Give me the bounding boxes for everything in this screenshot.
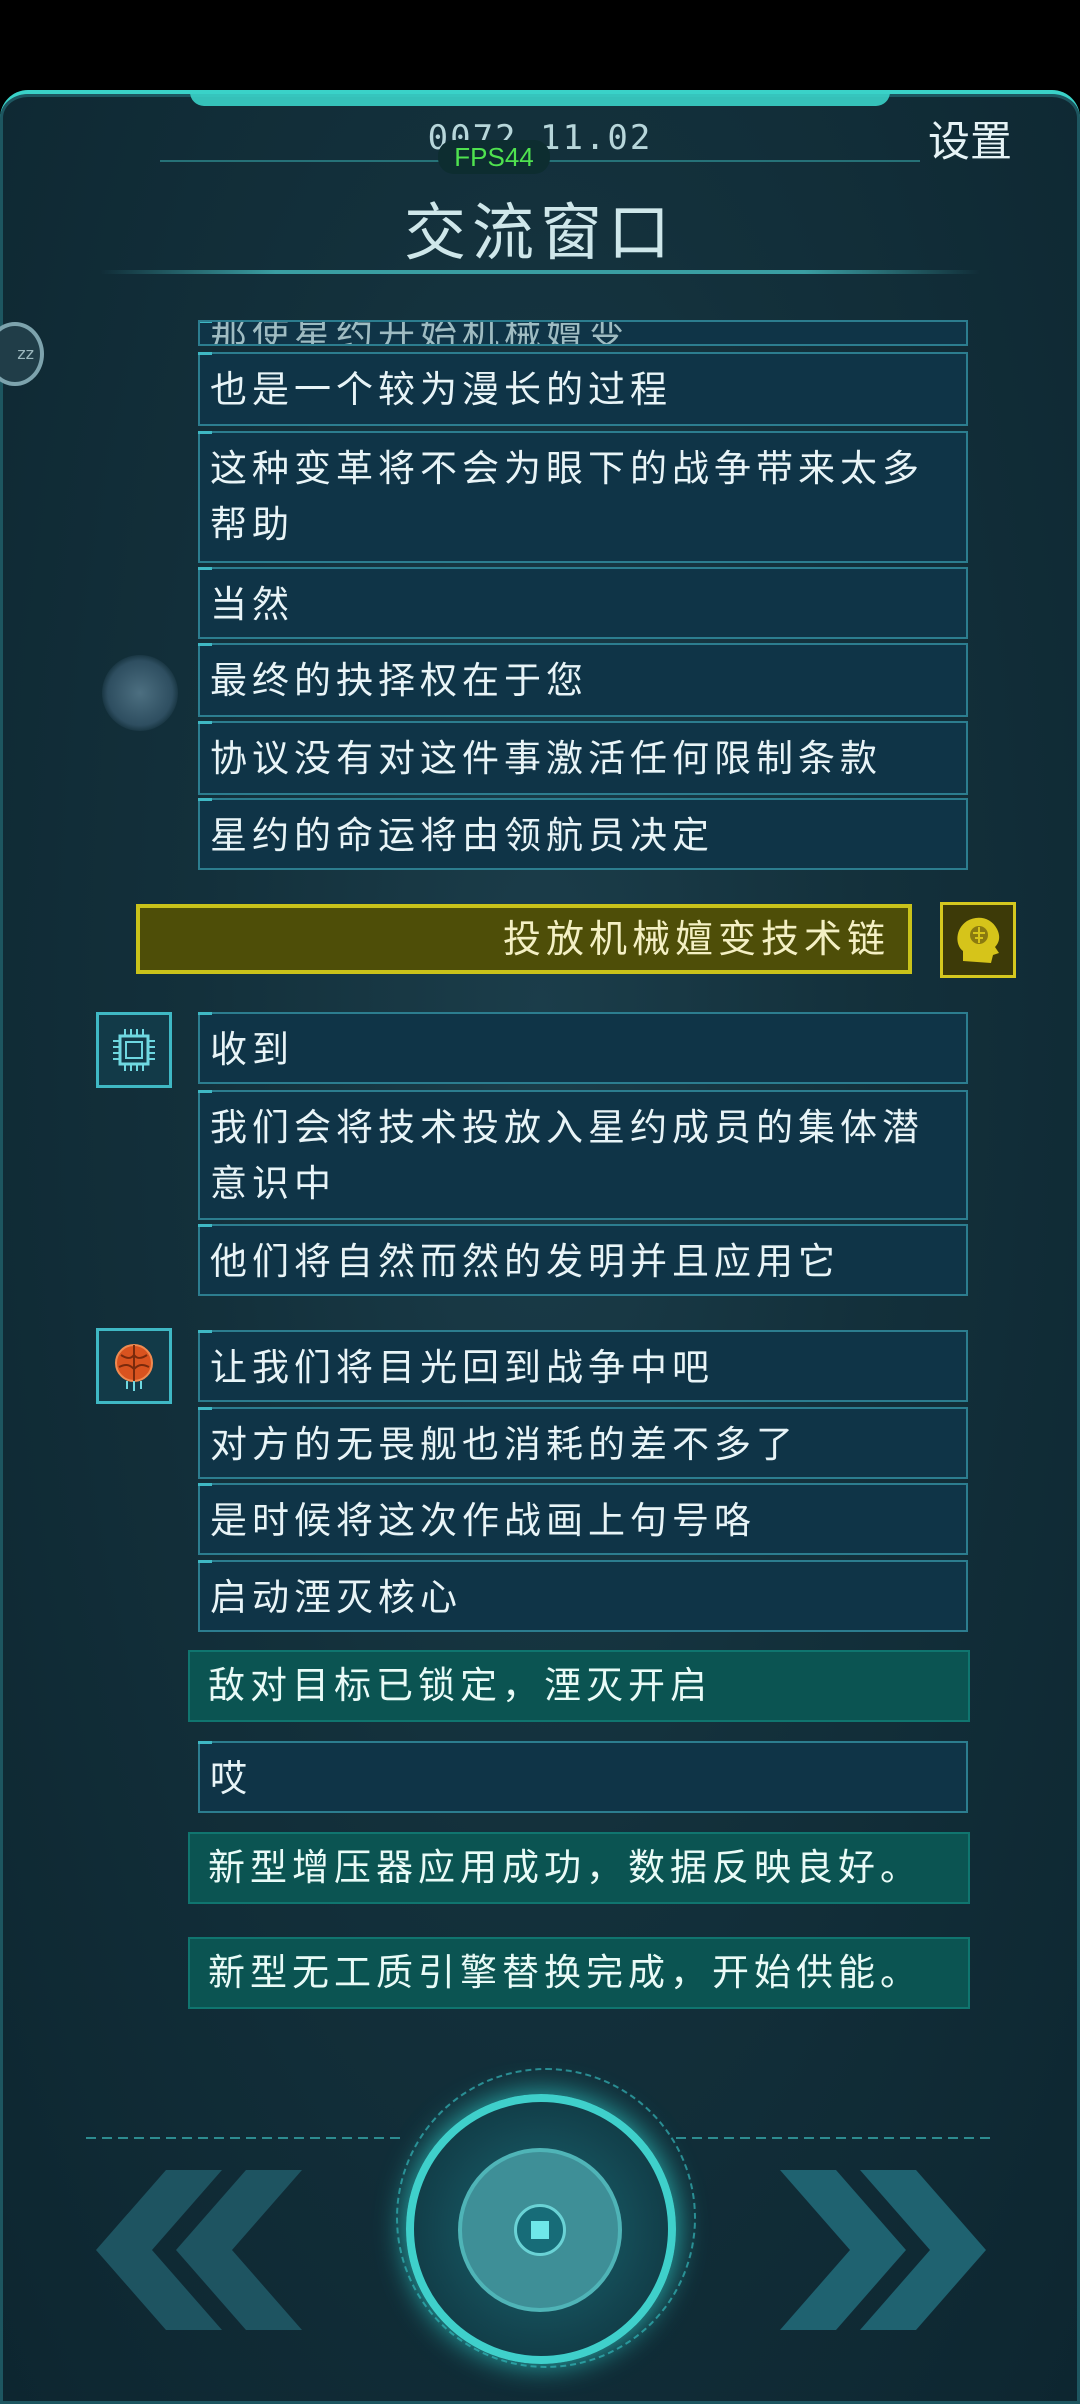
message: 协议没有对这件事激活任何限制条款 (198, 721, 968, 795)
message: 启动湮灭核心 (198, 1560, 968, 1632)
head-brain-icon (940, 902, 1016, 978)
fps-counter: FPS44 (438, 140, 550, 174)
message: 最终的抉择权在于您 (198, 643, 968, 717)
stop-icon[interactable] (514, 2204, 566, 2256)
message: 当然 (198, 567, 968, 639)
ai-chip-icon (96, 1012, 172, 1088)
settings-button[interactable]: 设置 (928, 108, 1012, 169)
message: 是时候将这次作战画上句号咯 (198, 1483, 968, 1555)
message: 让我们将目光回到战争中吧 (198, 1330, 968, 1402)
control-divider-right (676, 2137, 996, 2139)
brain-icon (96, 1328, 172, 1404)
player-choice-bubble: 投放机械嬗变技术链 (136, 904, 912, 974)
message-partial: 那使星约开始机械嬗变 (198, 320, 968, 346)
message: 他们将自然而然的发明并且应用它 (198, 1224, 968, 1296)
top-glow-bar (190, 92, 890, 106)
system-message: 敌对目标已锁定，湮灭开启 (188, 1650, 970, 1722)
message: 星约的命运将由领航员决定 (198, 798, 968, 870)
message: 收到 (198, 1012, 968, 1084)
page-title: 交流窗口 (403, 196, 676, 269)
message: 这种变革将不会为眼下的战争带来太多帮助 (198, 431, 968, 563)
title-underline (100, 270, 980, 274)
message: 也是一个较为漫长的过程 (198, 352, 968, 426)
system-message: 新型无工质引擎替换完成，开始供能。 (188, 1937, 970, 2009)
message: 哎 (198, 1741, 968, 1813)
message: 我们会将技术投放入星约成员的集体潜意识中 (198, 1090, 968, 1220)
background-planet (102, 655, 178, 731)
system-message: 新型增压器应用成功，数据反映良好。 (188, 1832, 970, 1904)
control-divider-left (86, 2137, 406, 2139)
message: 对方的无畏舰也消耗的差不多了 (198, 1407, 968, 1479)
double-chevron-right-icon[interactable] (756, 2170, 986, 2330)
double-chevron-left-icon[interactable] (96, 2170, 326, 2330)
